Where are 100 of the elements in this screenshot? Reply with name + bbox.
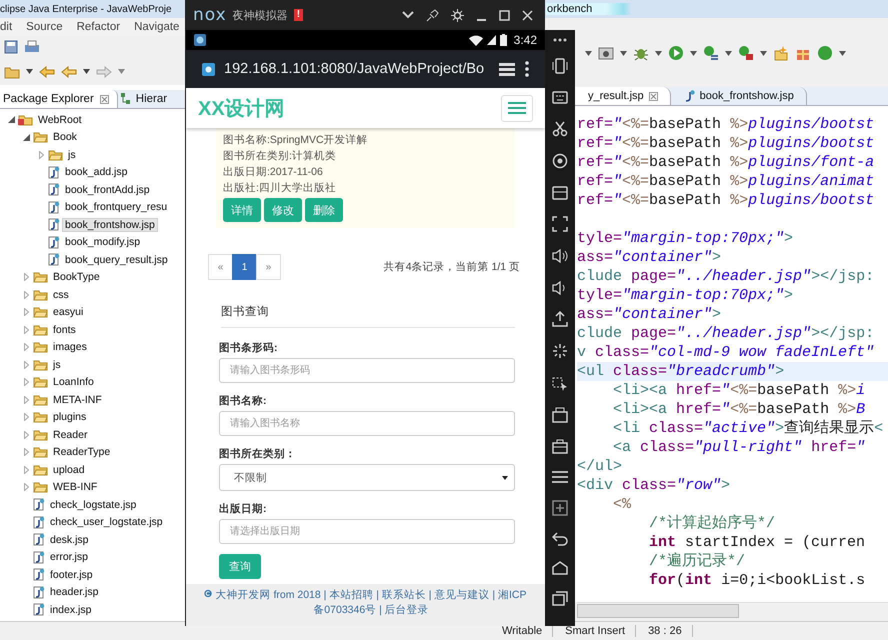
location-icon[interactable] (552, 152, 568, 169)
tabs-icon[interactable] (498, 62, 516, 76)
dropdown-icon[interactable] (725, 50, 732, 56)
tree-item[interactable]: WebRoot (0, 111, 189, 128)
phone-icon[interactable] (552, 58, 568, 74)
tree-item[interactable]: book_query_result.jsp (0, 251, 189, 268)
tree-item[interactable]: META-INF (0, 391, 189, 408)
toolbox-icon[interactable] (552, 438, 568, 454)
select-field[interactable]: 不限制 (219, 464, 515, 491)
pin-icon[interactable] (426, 8, 439, 22)
arrow-left-icon[interactable] (39, 66, 55, 78)
dropdown-icon[interactable] (760, 50, 767, 56)
code-line: ref="<%=basePath %>plugins/animat (577, 172, 876, 191)
dropdown-icon[interactable] (83, 69, 90, 74)
folder-icon (33, 341, 48, 354)
tree-item[interactable]: images (0, 338, 189, 356)
menu-icon[interactable] (552, 470, 568, 484)
folder-icon (33, 464, 48, 476)
page-link[interactable]: » (256, 254, 281, 280)
tree-item[interactable]: book_frontquery_resu (0, 198, 189, 216)
upload-icon[interactable] (552, 311, 568, 328)
book-info: 图书所在类别:计算机类 (223, 149, 337, 164)
tree-item[interactable]: js (0, 356, 189, 374)
tree-item[interactable]: easyui (0, 304, 189, 321)
screen-icon[interactable] (552, 184, 568, 201)
menu-item[interactable]: dit (0, 21, 12, 33)
new-project-icon[interactable] (773, 45, 789, 61)
code-line: tyle="margin-top:70px;"> (577, 229, 794, 248)
tree-item[interactable]: book_modify.jsp (0, 234, 189, 251)
view-tab[interactable]: Package Explorer (0, 90, 118, 108)
horizontal-scrollbar[interactable] (577, 602, 888, 617)
tree-item[interactable]: footer.jsp (0, 566, 189, 584)
code-line: <a class="pull-right" href=" (612, 438, 866, 457)
dropdown-icon[interactable] (585, 50, 592, 56)
window-title: orkbench (546, 3, 632, 15)
tree-item[interactable]: Reader (0, 426, 189, 444)
menu-item[interactable]: Source (26, 21, 63, 33)
dropdown-icon[interactable] (690, 50, 697, 56)
tree-item[interactable]: upload (0, 461, 189, 478)
caret-icon (502, 476, 508, 480)
tree-item[interactable]: Book (0, 128, 189, 146)
tree-item[interactable]: ReaderType (0, 444, 189, 461)
tree-item[interactable]: check_logstate.jsp (0, 496, 189, 514)
chevron-down-icon[interactable] (402, 11, 414, 19)
tree-item[interactable]: book_frontshow.jsp (0, 216, 189, 234)
camera-icon[interactable] (598, 46, 614, 60)
tree-item[interactable]: LoanInfo (0, 374, 189, 391)
shake-icon[interactable] (552, 343, 568, 360)
book-info: 出版日期:2017-11-06 (223, 165, 324, 180)
keyboard-icon[interactable] (552, 89, 568, 106)
home-icon[interactable] (552, 561, 568, 576)
dropdown-icon[interactable] (26, 69, 33, 74)
page-link[interactable]: 1 (232, 254, 257, 280)
code-line: clude page="../header.jsp"></jsp: (577, 324, 876, 343)
folder-icon[interactable] (4, 64, 20, 78)
tree-item[interactable]: BookType (0, 268, 189, 286)
dropdown-icon[interactable] (839, 50, 846, 56)
more-icon[interactable] (525, 61, 529, 77)
tree-item[interactable]: header.jsp (0, 584, 189, 601)
volume-up-icon[interactable] (552, 248, 568, 264)
tree-item[interactable]: index.jsp (0, 601, 189, 618)
scissors-icon[interactable] (552, 121, 568, 138)
input-field[interactable]: 请输入图书条形码 (219, 358, 515, 383)
tree-item[interactable]: WEB-INF (0, 478, 189, 496)
run-icon[interactable] (668, 45, 684, 61)
close-icon[interactable] (522, 10, 533, 20)
tree-item[interactable]: error.jsp (0, 548, 189, 566)
footer-links[interactable]: 大神开发网 from 2018 | 本站招聘 | 联系站长 | 意见与建议 | 湘ICP备0703346号 | 后台登录 (215, 588, 527, 618)
dropdown-icon[interactable] (620, 50, 627, 56)
add-window-icon[interactable] (552, 500, 568, 516)
tree-item[interactable]: book_frontAdd.jsp (0, 181, 189, 198)
jsp-file-icon (33, 516, 45, 529)
back-icon[interactable] (552, 532, 568, 546)
tree-item[interactable]: css (0, 286, 189, 304)
alert-badge[interactable]: ! (294, 9, 304, 21)
settings-icon[interactable] (451, 8, 464, 22)
arrow-left-icon[interactable] (61, 66, 77, 78)
input-field[interactable]: 请输入图书名称 (219, 411, 515, 436)
tree-item[interactable]: desk.jsp (0, 531, 189, 548)
print-icon[interactable] (24, 40, 40, 54)
dropdown-icon[interactable] (655, 50, 662, 56)
more-icon[interactable] (553, 38, 567, 42)
recent-apps-icon[interactable] (552, 590, 568, 606)
menu-button[interactable] (501, 94, 533, 122)
menu-item[interactable]: Refactor (76, 21, 120, 33)
tree-item[interactable]: plugins (0, 408, 189, 426)
menu-item[interactable]: Navigate (134, 21, 180, 33)
input-field[interactable]: 请选择出版日期 (219, 519, 515, 544)
editor-tab[interactable]: book_frontshow.jsp (670, 87, 807, 105)
expanded-arrow-icon[interactable] (8, 116, 14, 124)
save-icon[interactable] (4, 40, 18, 54)
tree-item[interactable]: check_user_logstate.jsp (0, 514, 189, 531)
tree-item[interactable]: js (0, 146, 189, 164)
editor-tab[interactable]: y_result.jsp (575, 87, 671, 105)
view-tab[interactable]: Hierar (118, 90, 176, 108)
tree-item[interactable]: book_add.jsp (0, 164, 189, 181)
fullscreen-icon[interactable] (552, 216, 568, 232)
expanded-arrow-icon[interactable] (22, 134, 30, 141)
tree-item[interactable]: fonts (0, 321, 189, 338)
maximize-icon[interactable] (499, 10, 510, 20)
